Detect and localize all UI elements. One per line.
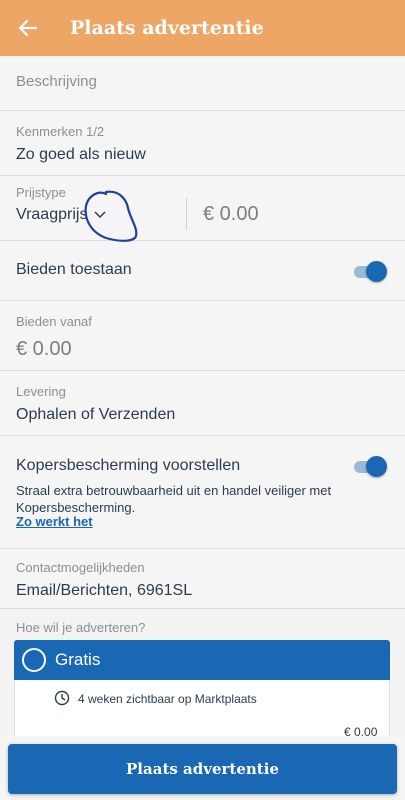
contact-label: Contactmogelijkheden — [16, 560, 145, 575]
annotation-scribble — [84, 190, 138, 242]
back-button[interactable] — [0, 0, 56, 56]
buyer-protection-label: Kopersbescherming voorstellen — [16, 457, 241, 474]
description-field[interactable]: Beschrijving — [0, 56, 405, 111]
buyer-protection-toggle[interactable] — [354, 456, 387, 477]
description-label: Beschrijving — [16, 73, 97, 90]
how-it-works-link[interactable]: Zo werkt het — [16, 514, 93, 529]
features-label: Kenmerken 1/2 — [16, 124, 105, 139]
form-scroll-area[interactable]: Beschrijving Kenmerken 1/2 Zo goed als n… — [0, 56, 405, 800]
radio-button[interactable] — [22, 648, 46, 672]
features-field[interactable]: Kenmerken 1/2 Zo goed als nieuw — [0, 111, 405, 176]
bid-from-field[interactable]: Bieden vanaf € 0.00 — [0, 301, 405, 371]
gratis-option[interactable]: Gratis — [14, 640, 390, 680]
advertise-question: Hoe wil je adverteren? — [16, 620, 146, 635]
contact-field[interactable]: Contactmogelijkheden Email/Berichten, 69… — [0, 549, 405, 609]
features-value: Zo goed als nieuw — [16, 146, 146, 163]
bidding-toggle[interactable] — [354, 261, 387, 282]
visibility-duration: 4 weken zichtbaar op Marktplaats — [78, 692, 257, 706]
delivery-value: Ophalen of Verzenden — [16, 406, 176, 423]
arrow-left-icon — [18, 19, 38, 37]
bidding-row[interactable]: Bieden toestaan — [0, 241, 405, 301]
place-ad-button[interactable]: Plaats advertentie — [8, 744, 397, 794]
delivery-field[interactable]: Levering Ophalen of Verzenden — [0, 371, 405, 436]
bidding-label: Bieden toestaan — [16, 261, 132, 278]
bid-from-label: Bieden vanaf — [16, 314, 92, 329]
price-type-label: Prijstype — [16, 185, 66, 200]
price-input[interactable]: € 0.00 — [203, 203, 259, 226]
page-title: Plaats advertentie — [70, 17, 264, 39]
delivery-label: Levering — [16, 384, 66, 399]
clock-icon — [54, 690, 70, 706]
contact-value: Email/Berichten, 6961SL — [16, 582, 193, 599]
buyer-protection-description: Straal extra betrouwbaarheid uit en hand… — [16, 483, 332, 515]
divider — [186, 198, 187, 230]
bid-from-value[interactable]: € 0.00 — [16, 338, 72, 361]
gratis-label: Gratis — [55, 650, 101, 669]
app-bar: Plaats advertentie — [0, 0, 405, 56]
